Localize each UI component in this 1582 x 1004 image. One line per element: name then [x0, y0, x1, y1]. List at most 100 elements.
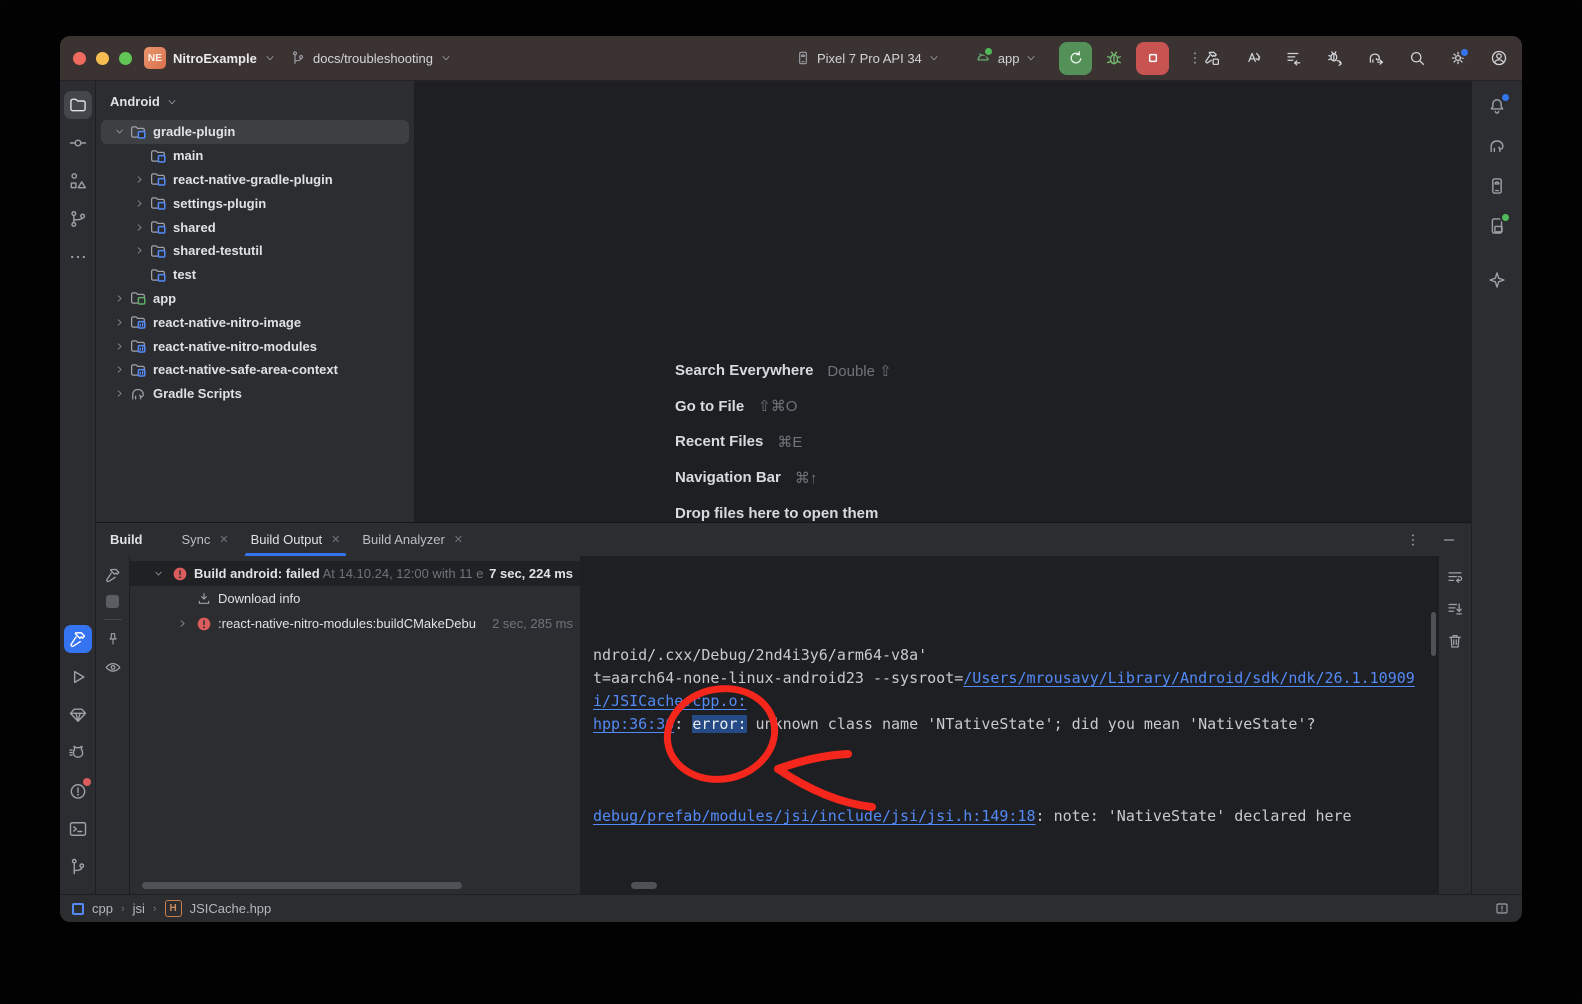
search-everywhere-button[interactable] — [1408, 49, 1426, 67]
horizontal-scrollbar[interactable] — [142, 882, 462, 889]
maximize-window-button[interactable] — [119, 52, 132, 65]
build-panel-body: Build android: failed At 14.10.24, 12:00… — [96, 556, 1471, 894]
chevron-right-icon[interactable] — [111, 338, 127, 354]
project-tree-item-test[interactable]: test — [101, 263, 409, 287]
tool-stripe-running-devices-button[interactable] — [1483, 212, 1511, 240]
project-tree-item-app[interactable]: app — [101, 287, 409, 311]
rerun-button[interactable] — [1059, 42, 1092, 75]
breadcrumb-item-JSICache.hpp[interactable]: HJSICache.hpp — [165, 900, 272, 917]
stop-button[interactable] — [1136, 42, 1169, 75]
tool-stripe-notifications-button[interactable] — [1483, 92, 1511, 120]
console-file-link[interactable]: i/JSICache.cpp.o: — [593, 692, 747, 710]
view-options-icon[interactable] — [104, 658, 122, 676]
tool-stripe-app-quality-insights-button[interactable] — [64, 701, 92, 729]
apply-code-changes-button[interactable] — [1285, 49, 1303, 67]
chevron-right-icon[interactable] — [131, 195, 147, 211]
chevron-right-icon[interactable] — [131, 243, 147, 259]
tool-stripe-version-control-button[interactable] — [64, 853, 92, 881]
project-tree-item-settings-plugin[interactable]: settings-plugin — [101, 191, 409, 215]
build-tree-row[interactable]: Download info — [130, 586, 580, 611]
chevron-right-icon[interactable] — [111, 290, 127, 306]
tool-stripe-gemini-button[interactable] — [1483, 266, 1511, 294]
tool-stripe-commit-button[interactable] — [64, 129, 92, 157]
device-manager-icon — [1487, 176, 1507, 196]
close-tab-icon[interactable]: ✕ — [454, 533, 463, 546]
tab-sync[interactable]: Sync✕ — [171, 523, 240, 556]
hide-panel-icon[interactable] — [1441, 532, 1457, 548]
attach-debugger-button[interactable] — [1326, 49, 1344, 67]
tool-stripe-run-button[interactable] — [64, 663, 92, 691]
tool-stripe-pull-requests-button[interactable] — [64, 205, 92, 233]
tool-stripe-project-button[interactable] — [64, 91, 92, 119]
console-file-link[interactable]: hpp:36:36 — [593, 715, 674, 733]
tab-build-analyzer[interactable]: Build Analyzer✕ — [351, 523, 474, 556]
editor-empty-state: Search EverywhereDouble ⇧Go to File⇧⌘ORe… — [675, 353, 892, 531]
device-selector[interactable]: Pixel 7 Pro API 34 — [795, 50, 940, 66]
stop-build-icon[interactable] — [106, 595, 119, 608]
breadcrumb: cpp›jsi›HJSICache.hpp — [72, 900, 271, 917]
build-project-button[interactable] — [1203, 49, 1221, 67]
close-window-button[interactable] — [73, 52, 86, 65]
more-actions-icon[interactable] — [1187, 50, 1203, 66]
project-tree-item-react-native-gradle-plugin[interactable]: react-native-gradle-plugin — [101, 168, 409, 192]
clear-all-icon[interactable] — [1446, 632, 1464, 650]
tool-stripe-more-tool-windows-button[interactable] — [64, 243, 92, 271]
close-tab-icon[interactable]: ✕ — [219, 533, 228, 546]
tab-build-output[interactable]: Build Output✕ — [240, 523, 352, 556]
tool-stripe-gradle-button[interactable] — [1483, 132, 1511, 160]
restart-build-icon[interactable] — [104, 566, 122, 584]
breadcrumb-item-cpp[interactable]: cpp — [72, 901, 113, 916]
tool-stripe-device-manager-button[interactable] — [1483, 172, 1511, 200]
shortcut-label: Recent Files — [675, 433, 763, 450]
close-tab-icon[interactable]: ✕ — [331, 533, 340, 546]
debug-button[interactable] — [1104, 48, 1124, 68]
tool-stripe-logcat-button[interactable] — [64, 739, 92, 767]
tree-item-label: react-native-nitro-modules — [153, 339, 317, 354]
vertical-scrollbar[interactable] — [1431, 612, 1436, 656]
chevron-down-icon[interactable] — [111, 124, 127, 140]
profile-button[interactable] — [1490, 49, 1508, 67]
project-tree-item-Gradle Scripts[interactable]: Gradle Scripts — [101, 382, 409, 406]
project-selector[interactable]: NE NitroExample — [144, 36, 276, 80]
project-icon: NE — [144, 47, 166, 69]
project-tree-item-gradle-plugin[interactable]: gradle-plugin — [101, 120, 409, 144]
chevron-right-icon[interactable] — [111, 386, 127, 402]
soft-wrap-icon[interactable] — [1446, 568, 1464, 586]
tool-stripe-terminal-button[interactable] — [64, 815, 92, 843]
chevron-right-icon[interactable] — [111, 362, 127, 378]
panel-options-icon[interactable] — [1405, 532, 1421, 548]
build-tree-row[interactable]: :react-native-nitro-modules:buildCMakeDe… — [130, 611, 580, 636]
chevron-down-icon[interactable] — [150, 566, 166, 582]
event-log-icon[interactable] — [1494, 901, 1510, 917]
tool-stripe-structure-button[interactable] — [64, 167, 92, 195]
minimize-window-button[interactable] — [96, 52, 109, 65]
project-tree-item-react-native-safe-area-context[interactable]: react-native-safe-area-context — [101, 358, 409, 382]
upper-area: Android gradle-pluginmainreact-native-gr… — [96, 81, 1471, 522]
scroll-to-end-icon[interactable] — [1446, 600, 1464, 618]
project-tree-item-shared[interactable]: shared — [101, 215, 409, 239]
horizontal-scrollbar[interactable] — [631, 882, 657, 889]
pin-tab-icon[interactable] — [105, 631, 121, 647]
project-tree-item-main[interactable]: main — [101, 144, 409, 168]
tree-item-label: test — [173, 267, 196, 282]
chevron-right-icon[interactable] — [174, 616, 190, 632]
apply-changes-restart-activity-button[interactable] — [1244, 49, 1262, 67]
console-file-link[interactable]: /Users/mrousavy/Library/Android/sdk/ndk/… — [963, 669, 1415, 687]
build-tree-row[interactable]: Build android: failed At 14.10.24, 12:00… — [130, 561, 580, 586]
project-tree-item-react-native-nitro-image[interactable]: react-native-nitro-image — [101, 310, 409, 334]
tool-stripe-problems-button[interactable] — [64, 777, 92, 805]
sync-project-gradle-button[interactable] — [1367, 49, 1385, 67]
branch-selector[interactable]: docs/troubleshooting — [290, 36, 452, 80]
project-view-selector[interactable]: Android — [96, 87, 414, 120]
breadcrumb-item-jsi[interactable]: jsi — [133, 901, 145, 916]
chevron-right-icon[interactable] — [131, 219, 147, 235]
chevron-right-icon[interactable] — [131, 171, 147, 187]
project-tree: gradle-pluginmainreact-native-gradle-plu… — [96, 120, 414, 406]
tool-stripe-build-button[interactable] — [64, 625, 92, 653]
project-tree-item-shared-testutil[interactable]: shared-testutil — [101, 239, 409, 263]
chevron-right-icon[interactable] — [111, 314, 127, 330]
console-file-link[interactable]: debug/prefab/modules/jsi/include/jsi/jsi… — [593, 807, 1036, 825]
settings-button[interactable] — [1449, 49, 1467, 67]
run-configuration-selector[interactable]: app — [974, 49, 1038, 67]
project-tree-item-react-native-nitro-modules[interactable]: react-native-nitro-modules — [101, 334, 409, 358]
